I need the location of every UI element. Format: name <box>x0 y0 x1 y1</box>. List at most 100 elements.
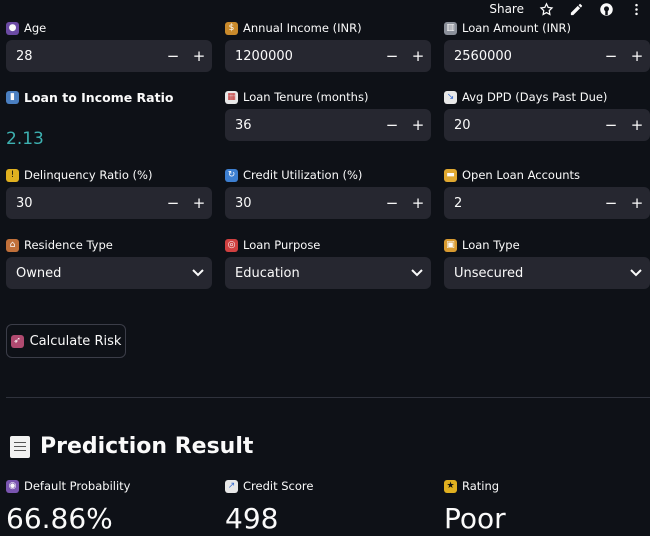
loan-purpose-select[interactable]: Education <box>225 257 431 289</box>
credit-utilization-decrement-button[interactable]: − <box>379 187 405 219</box>
chevron-down-icon[interactable] <box>403 269 431 277</box>
avg-dpd-field: ↘ Avg DPD (Days Past Due) 20 − + <box>444 89 650 141</box>
folder-icon: ▬ <box>444 168 457 182</box>
credit-utilization-value[interactable]: 30 <box>225 196 379 211</box>
delinquency-value[interactable]: 30 <box>6 196 160 211</box>
money-bag-icon: $ <box>225 21 238 35</box>
annual-income-increment-button[interactable]: + <box>405 40 431 72</box>
loan-purpose-value[interactable]: Education <box>225 266 300 281</box>
star-icon: ★ <box>444 479 457 493</box>
credit-score-value: 498 <box>225 502 279 535</box>
credit-score-metric: ↗ Credit Score 498 <box>225 478 313 535</box>
bank-icon: ▥ <box>444 21 457 35</box>
rocket-icon: ➶ <box>10 334 24 348</box>
annual-income-decrement-button[interactable]: − <box>379 40 405 72</box>
open-loans-value[interactable]: 2 <box>444 196 598 211</box>
lock-icon: ▣ <box>444 238 457 252</box>
loan-amount-decrement-button[interactable]: − <box>598 40 624 72</box>
more-icon[interactable] <box>628 1 644 17</box>
default-probability-label: Default Probability <box>24 479 131 493</box>
edit-icon[interactable] <box>568 1 584 17</box>
residence-type-value[interactable]: Owned <box>6 266 61 281</box>
delinquency-input[interactable]: 30 − + <box>6 187 212 219</box>
residence-type-field: ⌂ Residence Type Owned <box>6 237 212 289</box>
ratio-value: 2.13 <box>6 129 44 149</box>
rating-value: Poor <box>444 502 506 535</box>
result-heading: Prediction Result <box>10 434 253 459</box>
chevron-down-icon[interactable] <box>184 269 212 277</box>
age-input[interactable]: 28 − + <box>6 40 212 72</box>
crystal-ball-icon: ◉ <box>6 479 19 493</box>
house-icon: ⌂ <box>6 238 19 252</box>
bar-chart-icon: ▮ <box>6 90 19 104</box>
loan-tenure-label: Loan Tenure (months) <box>243 90 369 104</box>
loan-tenure-value[interactable]: 36 <box>225 118 379 133</box>
calculate-risk-label: Calculate Risk <box>29 333 122 349</box>
default-probability-value: 66.86% <box>6 502 113 535</box>
avg-dpd-label: Avg DPD (Days Past Due) <box>462 90 608 104</box>
share-button[interactable]: Share <box>489 2 524 16</box>
loan-tenure-increment-button[interactable]: + <box>405 109 431 141</box>
avg-dpd-increment-button[interactable]: + <box>624 109 650 141</box>
warning-icon: ! <box>6 168 19 182</box>
open-loans-field: ▬ Open Loan Accounts 2 − + <box>444 167 650 219</box>
credit-utilization-label: Credit Utilization (%) <box>243 168 363 182</box>
loan-amount-input[interactable]: 2560000 − + <box>444 40 650 72</box>
open-loans-input[interactable]: 2 − + <box>444 187 650 219</box>
loan-amount-field: ▥ Loan Amount (INR) 2560000 − + <box>444 20 650 72</box>
credit-utilization-increment-button[interactable]: + <box>405 187 431 219</box>
star-icon[interactable] <box>538 1 554 17</box>
rating-metric: ★ Rating Poor <box>444 478 506 535</box>
calculate-risk-button[interactable]: ➶ Calculate Risk <box>6 324 126 358</box>
avg-dpd-value[interactable]: 20 <box>444 118 598 133</box>
loan-type-field: ▣ Loan Type Unsecured <box>444 237 650 289</box>
credit-score-label: Credit Score <box>243 479 314 493</box>
loan-amount-label: Loan Amount (INR) <box>462 21 572 35</box>
document-icon <box>10 435 30 458</box>
delinquency-increment-button[interactable]: + <box>186 187 212 219</box>
credit-utilization-input[interactable]: 30 − + <box>225 187 431 219</box>
age-value[interactable]: 28 <box>6 49 160 64</box>
avg-dpd-decrement-button[interactable]: − <box>598 109 624 141</box>
loan-tenure-field: ▦ Loan Tenure (months) 36 − + <box>225 89 431 141</box>
rating-label: Rating <box>462 479 500 493</box>
loan-tenure-decrement-button[interactable]: − <box>379 109 405 141</box>
calendar-icon: ▦ <box>225 90 238 104</box>
open-loans-label: Open Loan Accounts <box>462 168 581 182</box>
target-icon: ◎ <box>225 238 238 252</box>
loan-amount-increment-button[interactable]: + <box>624 40 650 72</box>
loan-purpose-field: ◎ Loan Purpose Education <box>225 237 431 289</box>
open-loans-increment-button[interactable]: + <box>624 187 650 219</box>
annual-income-value[interactable]: 1200000 <box>225 49 379 64</box>
loan-purpose-label: Loan Purpose <box>243 238 321 252</box>
avg-dpd-input[interactable]: 20 − + <box>444 109 650 141</box>
loan-type-label: Loan Type <box>462 238 520 252</box>
age-field: ● Age 28 − + <box>6 20 212 72</box>
annual-income-field: $ Annual Income (INR) 1200000 − + <box>225 20 431 72</box>
age-label: Age <box>24 21 47 35</box>
delinquency-decrement-button[interactable]: − <box>160 187 186 219</box>
age-increment-button[interactable]: + <box>186 40 212 72</box>
chart-up-icon: ↗ <box>225 479 238 493</box>
divider <box>6 397 650 398</box>
credit-utilization-field: ↻ Credit Utilization (%) 30 − + <box>225 167 431 219</box>
loan-type-select[interactable]: Unsecured <box>444 257 650 289</box>
annual-income-label: Annual Income (INR) <box>243 21 362 35</box>
loan-type-value[interactable]: Unsecured <box>444 266 523 281</box>
age-decrement-button[interactable]: − <box>160 40 186 72</box>
annual-income-input[interactable]: 1200000 − + <box>225 40 431 72</box>
delinquency-field: ! Delinquency Ratio (%) 30 − + <box>6 167 212 219</box>
open-loans-decrement-button[interactable]: − <box>598 187 624 219</box>
residence-type-label: Residence Type <box>24 238 113 252</box>
loan-amount-value[interactable]: 2560000 <box>444 49 598 64</box>
chart-down-icon: ↘ <box>444 90 457 104</box>
residence-type-select[interactable]: Owned <box>6 257 212 289</box>
chevron-down-icon[interactable] <box>622 269 650 277</box>
loan-tenure-input[interactable]: 36 − + <box>225 109 431 141</box>
result-title: Prediction Result <box>40 434 254 459</box>
refresh-icon: ↻ <box>225 168 238 182</box>
ratio-metric: ▮ Loan to Income Ratio 2.13 <box>6 89 212 149</box>
github-icon[interactable] <box>598 1 614 17</box>
delinquency-label: Delinquency Ratio (%) <box>24 168 153 182</box>
ratio-label: Loan to Income Ratio <box>24 89 174 105</box>
